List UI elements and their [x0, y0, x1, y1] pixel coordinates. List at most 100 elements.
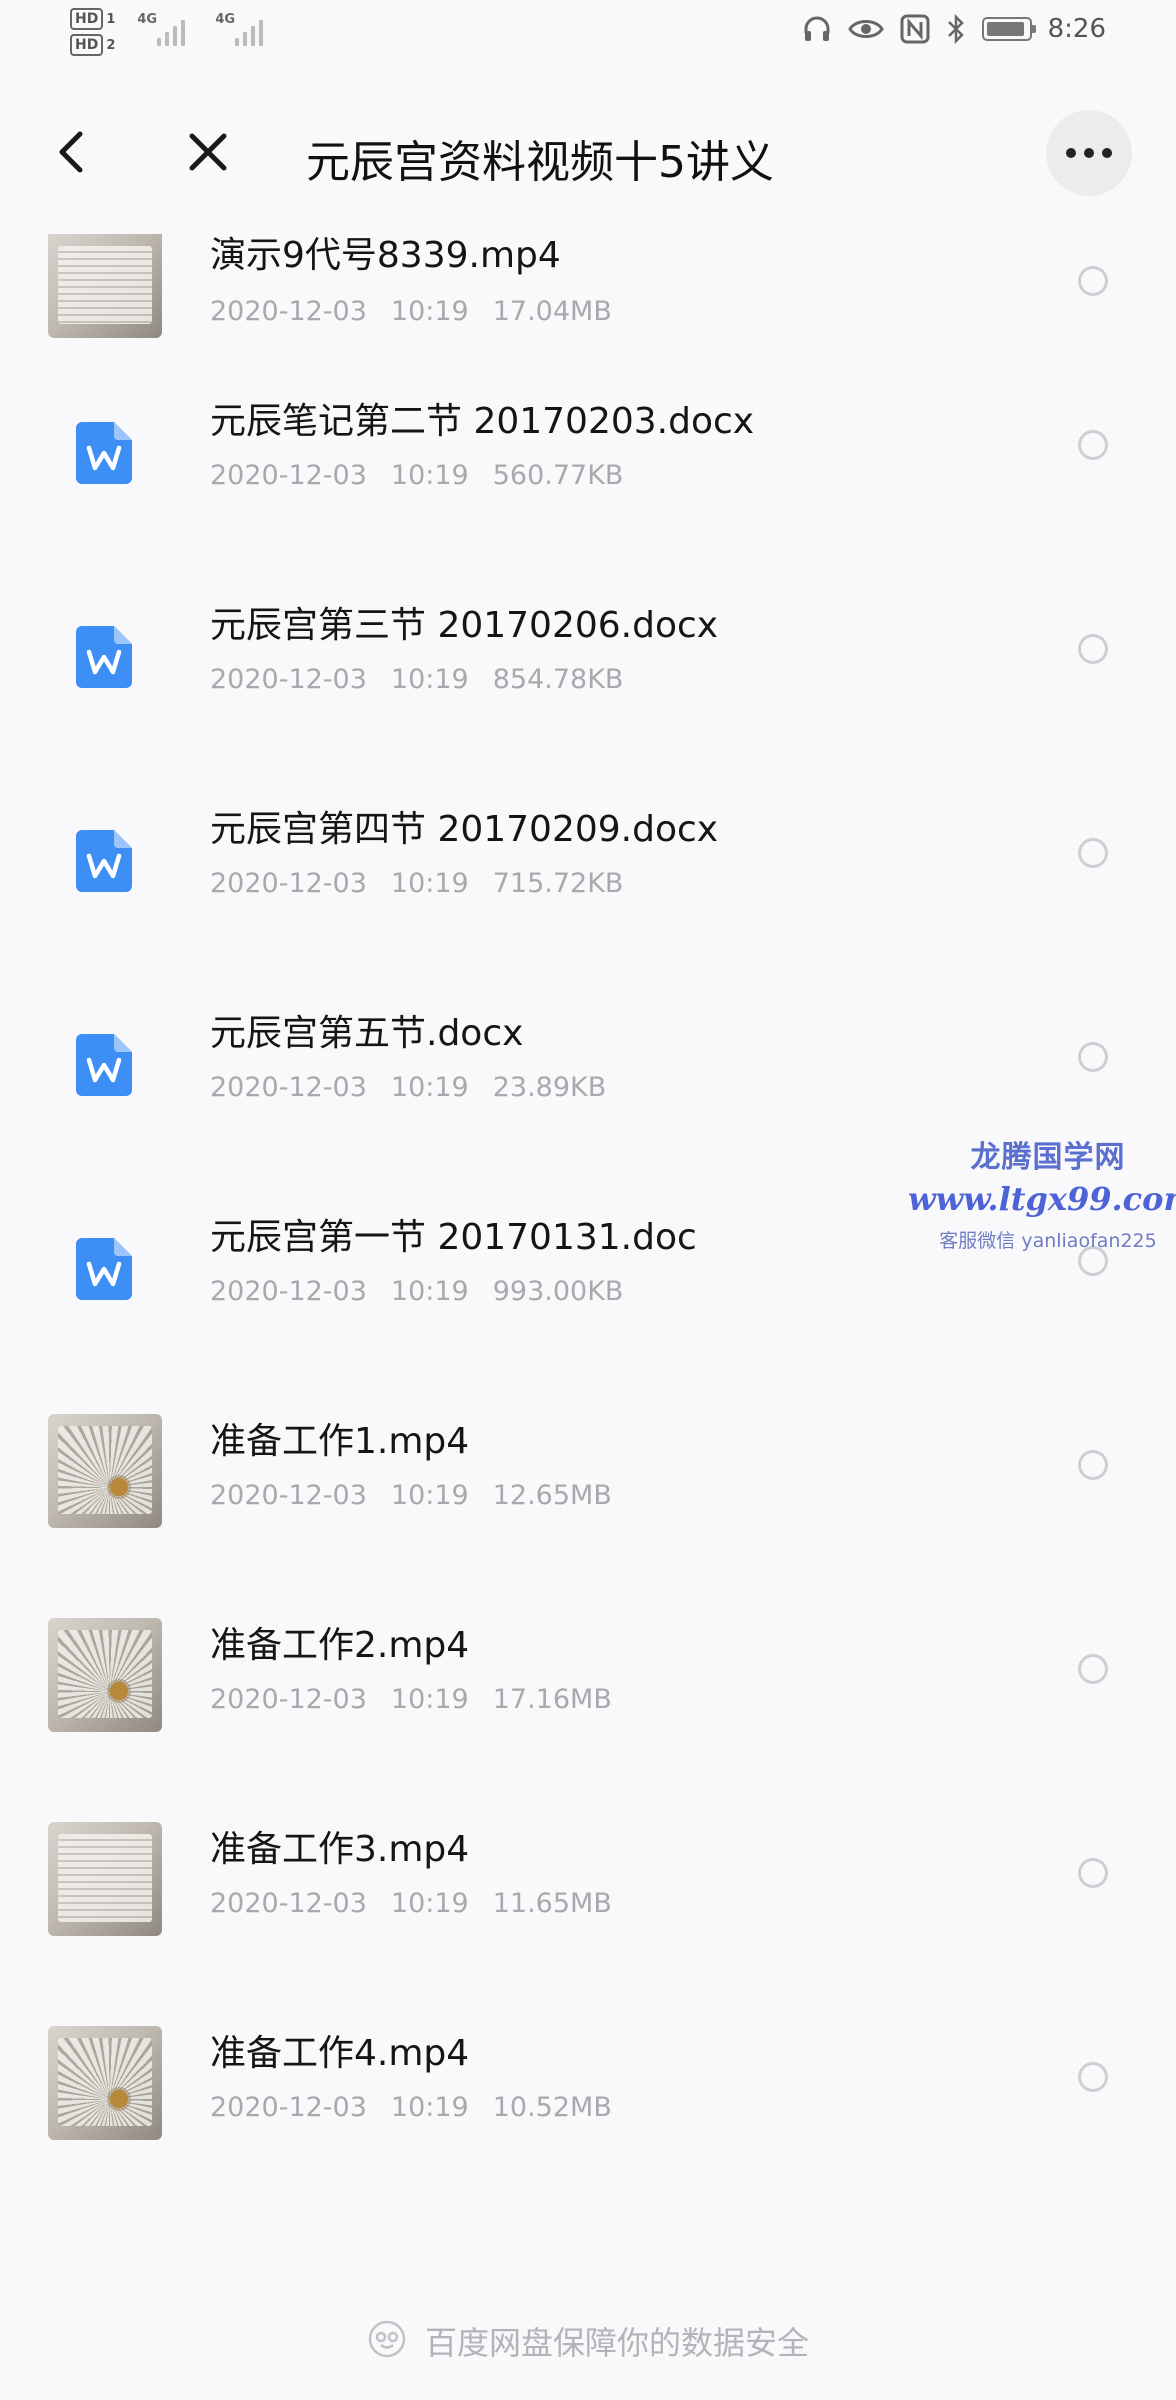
file-time: 10:19	[390, 1888, 469, 1919]
file-meta: 2020-12-03 10:19 993.00KB	[210, 1276, 623, 1307]
select-radio[interactable]	[1078, 1654, 1108, 1684]
select-radio[interactable]	[1078, 1858, 1108, 1888]
footer-text: 百度网盘保障你的数据安全	[424, 2324, 809, 2362]
file-name: 准备工作2.mp4	[210, 1625, 470, 1666]
status-time: 8:26	[1047, 14, 1106, 44]
status-right: 8:26	[802, 14, 1106, 44]
select-radio[interactable]	[1078, 266, 1108, 296]
file-date: 2020-12-03	[210, 868, 367, 899]
file-size: 12.65MB	[492, 1480, 612, 1511]
file-meta: 2020-12-03 10:19 854.78KB	[210, 664, 623, 695]
file-name: 元辰宫第五节.docx	[210, 1013, 524, 1054]
file-date: 2020-12-03	[210, 1072, 367, 1103]
page-title: 元辰宫资料视频十5讲义	[306, 137, 774, 188]
file-name: 元辰宫第四节 20170209.docx	[210, 809, 719, 850]
select-radio[interactable]	[1078, 1450, 1108, 1480]
file-size: 560.77KB	[492, 460, 624, 491]
close-icon	[189, 133, 227, 171]
bluetooth-icon	[946, 14, 966, 44]
hd-badge-1: HD 1	[70, 8, 115, 30]
watermark-contact: 客服微信 yanliaofan225	[939, 1230, 1157, 1252]
network-type-label: 4G	[137, 12, 158, 27]
more-horizontal-icon	[1066, 148, 1076, 158]
word-doc-icon	[76, 626, 132, 688]
video-thumbnail	[48, 1822, 162, 1936]
network-type-label: 4G	[215, 12, 236, 27]
file-size: 993.00KB	[492, 1276, 624, 1307]
file-size: 11.65MB	[492, 1888, 612, 1919]
file-date: 2020-12-03	[210, 460, 367, 491]
file-row-3[interactable]: 元辰宫第三节 20170206.docx 2020-12-03 10:19 85…	[0, 552, 1176, 756]
status-left: HD 1 HD 2 4G 4G	[70, 8, 271, 56]
file-time: 10:19	[390, 1480, 469, 1511]
select-radio[interactable]	[1078, 634, 1108, 664]
file-name: 准备工作4.mp4	[210, 2033, 470, 2074]
select-radio[interactable]	[1078, 838, 1108, 868]
close-button[interactable]	[180, 124, 236, 180]
hd-label: HD	[70, 8, 104, 30]
watermark-url: www.ltgx99.com	[908, 1180, 1176, 1218]
file-name: 准备工作1.mp4	[210, 1421, 470, 1462]
more-options-button[interactable]	[1046, 110, 1132, 196]
signal-icon-sim2: 4G	[215, 8, 271, 52]
select-radio[interactable]	[1078, 2062, 1108, 2092]
file-row-8[interactable]: 准备工作2.mp4 2020-12-03 10:19 17.16MB	[0, 1572, 1176, 1776]
watermark-title: 龙腾国学网	[970, 1140, 1126, 1175]
watermark: 龙腾国学网 www.ltgx99.com 客服微信 yanliaofan225	[908, 1132, 1176, 1253]
signal-icon-sim1: 4G	[137, 8, 193, 52]
file-meta: 2020-12-03 10:19 17.04MB	[210, 296, 612, 327]
file-size: 17.16MB	[492, 1684, 612, 1715]
file-meta: 2020-12-03 10:19 715.72KB	[210, 868, 623, 899]
file-size: 715.72KB	[492, 868, 624, 899]
file-size: 854.78KB	[492, 664, 624, 695]
file-date: 2020-12-03	[210, 1480, 367, 1511]
select-radio[interactable]	[1078, 430, 1108, 460]
battery-icon	[981, 17, 1036, 41]
word-doc-icon	[76, 1034, 132, 1096]
file-time: 10:19	[390, 664, 469, 695]
file-meta: 2020-12-03 10:19 17.16MB	[210, 1684, 612, 1715]
video-thumbnail	[48, 1618, 162, 1732]
file-meta: 2020-12-03 10:19 11.65MB	[210, 1888, 612, 1919]
signal-bars	[235, 20, 264, 46]
file-time: 10:19	[390, 2092, 469, 2123]
hd-badge-2: HD 2	[70, 34, 115, 56]
select-radio[interactable]	[1078, 1042, 1108, 1072]
security-footer: 百度网盘保障你的数据安全	[0, 2316, 1176, 2366]
file-row-4[interactable]: 元辰宫第四节 20170209.docx 2020-12-03 10:19 71…	[0, 756, 1176, 960]
eye-icon	[847, 17, 884, 41]
file-name: 演示9代号8339.mp4	[210, 235, 561, 276]
file-row-1[interactable]: 演示9代号8339.mp4 2020-12-03 10:19 17.04MB	[0, 214, 1176, 348]
file-meta: 2020-12-03 10:19 560.77KB	[210, 460, 623, 491]
file-time: 10:19	[390, 1276, 469, 1307]
file-date: 2020-12-03	[210, 664, 367, 695]
file-time: 10:19	[390, 1072, 469, 1103]
file-time: 10:19	[390, 296, 469, 327]
hd-sim-number: 1	[106, 11, 116, 27]
word-doc-icon	[76, 830, 132, 892]
file-size: 10.52MB	[492, 2092, 612, 2123]
headphones-icon	[802, 15, 832, 43]
file-date: 2020-12-03	[210, 2092, 367, 2123]
file-meta: 2020-12-03 10:19 10.52MB	[210, 2092, 612, 2123]
hd-indicators: HD 1 HD 2	[70, 8, 115, 56]
file-time: 10:19	[390, 1684, 469, 1715]
file-row-10[interactable]: 准备工作4.mp4 2020-12-03 10:19 10.52MB	[0, 1980, 1176, 2184]
status-bar: HD 1 HD 2 4G 4G 8:26	[0, 0, 1176, 76]
hd-label: HD	[70, 34, 104, 56]
file-row-9[interactable]: 准备工作3.mp4 2020-12-03 10:19 11.65MB	[0, 1776, 1176, 1980]
chevron-left-icon	[59, 131, 83, 173]
file-name: 准备工作3.mp4	[210, 1829, 470, 1870]
title-bar: 元辰宫资料视频十5讲义	[0, 96, 1176, 208]
back-button[interactable]	[48, 122, 98, 182]
file-size: 23.89KB	[492, 1072, 607, 1103]
video-thumbnail	[48, 2026, 162, 2140]
file-size: 17.04MB	[492, 296, 612, 327]
file-row-7[interactable]: 准备工作1.mp4 2020-12-03 10:19 12.65MB	[0, 1368, 1176, 1572]
shield-icon	[367, 2319, 407, 2363]
file-row-2[interactable]: 元辰笔记第二节 20170203.docx 2020-12-03 10:19 5…	[0, 348, 1176, 552]
file-name: 元辰宫第一节 20170131.doc	[210, 1217, 697, 1258]
signal-bars	[157, 20, 186, 46]
file-meta: 2020-12-03 10:19 12.65MB	[210, 1480, 612, 1511]
hd-sim-number: 2	[106, 37, 116, 53]
